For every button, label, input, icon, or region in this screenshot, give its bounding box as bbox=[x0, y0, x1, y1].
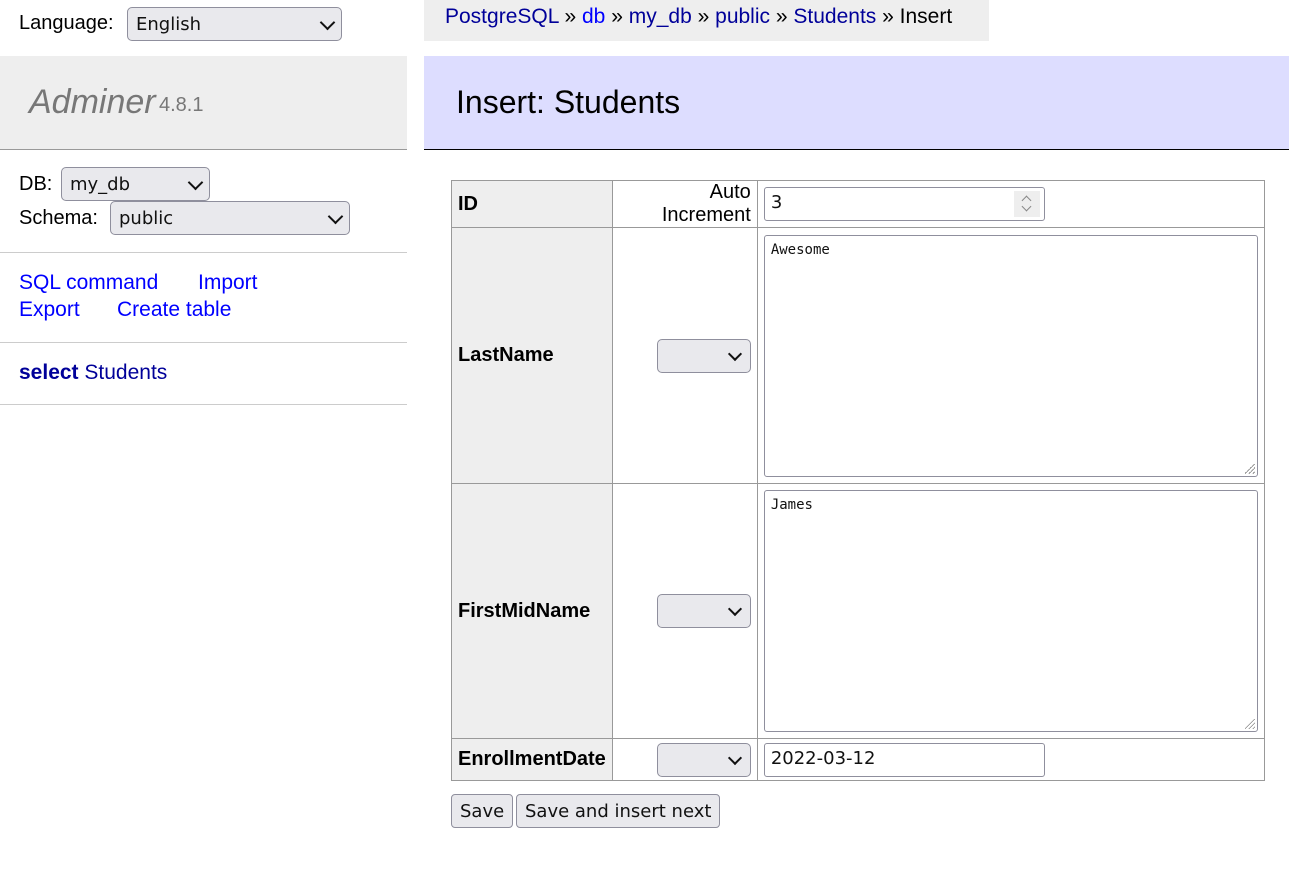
table-list-item: select Students bbox=[19, 361, 167, 385]
breadcrumb-database[interactable]: my_db bbox=[629, 5, 692, 28]
form-row: FirstMidName James bbox=[451, 483, 1265, 739]
insert-form-table: ID Auto Increment 3 LastName Awesome Fir… bbox=[451, 180, 1265, 781]
schema-select[interactable]: public bbox=[110, 201, 350, 235]
save-and-insert-next-button[interactable]: Save and insert next bbox=[516, 794, 721, 828]
function-select[interactable] bbox=[656, 338, 751, 373]
function-cell bbox=[611, 483, 758, 739]
value-cell: 3 bbox=[756, 180, 1265, 228]
divider bbox=[0, 404, 407, 405]
logo-header: Adminer 4.8.1 bbox=[0, 56, 407, 150]
db-select[interactable]: my_db bbox=[61, 167, 210, 201]
db-label: DB: bbox=[19, 173, 53, 195]
breadcrumb-separator: » bbox=[775, 5, 788, 28]
language-label: Language: bbox=[19, 12, 114, 34]
schema-label: Schema: bbox=[19, 207, 98, 229]
form-row: EnrollmentDate 2022-03-12 bbox=[451, 738, 1265, 781]
schema-value: public bbox=[119, 207, 174, 229]
language-value: English bbox=[136, 13, 201, 35]
id-input[interactable]: 3 bbox=[763, 187, 1045, 221]
select-table-link[interactable]: select bbox=[19, 361, 79, 384]
breadcrumb-driver[interactable]: PostgreSQL bbox=[445, 5, 559, 28]
adminer-logo-link[interactable]: Adminer bbox=[29, 83, 156, 122]
id-value: 3 bbox=[770, 192, 783, 213]
chevron-down-icon bbox=[187, 174, 204, 191]
firstmidname-value: James bbox=[770, 497, 813, 513]
chevron-down-icon bbox=[327, 208, 344, 225]
function-select[interactable] bbox=[656, 594, 751, 628]
chevron-down-icon bbox=[727, 750, 742, 765]
enrollmentdate-input[interactable]: 2022-03-12 bbox=[763, 742, 1045, 777]
page-title: Insert: Students bbox=[456, 84, 681, 120]
sql-command-link[interactable]: SQL command bbox=[19, 271, 158, 295]
field-name: LastName bbox=[451, 227, 613, 484]
breadcrumb-schema[interactable]: public bbox=[715, 5, 770, 28]
form-row: LastName Awesome bbox=[451, 227, 1265, 484]
field-name: EnrollmentDate bbox=[451, 738, 613, 781]
create-table-link[interactable]: Create table bbox=[117, 298, 231, 322]
db-value: my_db bbox=[70, 173, 131, 195]
value-cell: James bbox=[756, 483, 1265, 739]
value-cell: Awesome bbox=[756, 227, 1265, 484]
chevron-down-icon bbox=[727, 346, 742, 361]
form-row: ID Auto Increment 3 bbox=[451, 180, 1265, 228]
resize-grip-icon[interactable] bbox=[1244, 719, 1255, 729]
lastname-textarea[interactable]: Awesome bbox=[763, 234, 1258, 477]
lastname-value: Awesome bbox=[770, 241, 830, 258]
breadcrumb-current: Insert bbox=[899, 5, 953, 28]
page-header: Insert: Students bbox=[424, 56, 1289, 150]
version-label: 4.8.1 bbox=[159, 94, 204, 116]
breadcrumb-separator: » bbox=[611, 5, 623, 28]
function-cell bbox=[611, 738, 758, 781]
spinner-icon[interactable] bbox=[1013, 191, 1040, 217]
language-select[interactable]: English bbox=[127, 7, 342, 41]
field-name: FirstMidName bbox=[451, 483, 613, 739]
divider bbox=[0, 342, 407, 343]
breadcrumb-server[interactable]: db bbox=[582, 5, 605, 28]
breadcrumb-separator: » bbox=[697, 5, 710, 28]
function-cell bbox=[611, 227, 758, 484]
chevron-down-icon bbox=[319, 14, 336, 31]
breadcrumb-table[interactable]: Students bbox=[793, 5, 876, 28]
breadcrumb-separator: » bbox=[564, 5, 577, 28]
enrollmentdate-value: 2022-03-12 bbox=[770, 747, 876, 769]
import-link[interactable]: Import bbox=[198, 271, 258, 295]
table-structure-link[interactable]: Students bbox=[84, 361, 167, 384]
save-button[interactable]: Save bbox=[451, 794, 514, 828]
divider bbox=[0, 252, 407, 253]
field-name: ID bbox=[451, 180, 613, 228]
chevron-down-icon bbox=[727, 601, 742, 617]
export-link[interactable]: Export bbox=[19, 298, 80, 322]
value-cell: 2022-03-12 bbox=[756, 738, 1265, 781]
function-cell: Auto Increment bbox=[611, 180, 758, 228]
function-select[interactable] bbox=[656, 742, 751, 777]
breadcrumb-separator: » bbox=[882, 5, 894, 28]
resize-grip-icon[interactable] bbox=[1244, 463, 1255, 474]
firstmidname-textarea[interactable]: James bbox=[763, 490, 1258, 732]
breadcrumb: PostgreSQL » db » my_db » public » Stude… bbox=[424, 0, 989, 41]
function-label: Auto Increment bbox=[661, 181, 751, 226]
